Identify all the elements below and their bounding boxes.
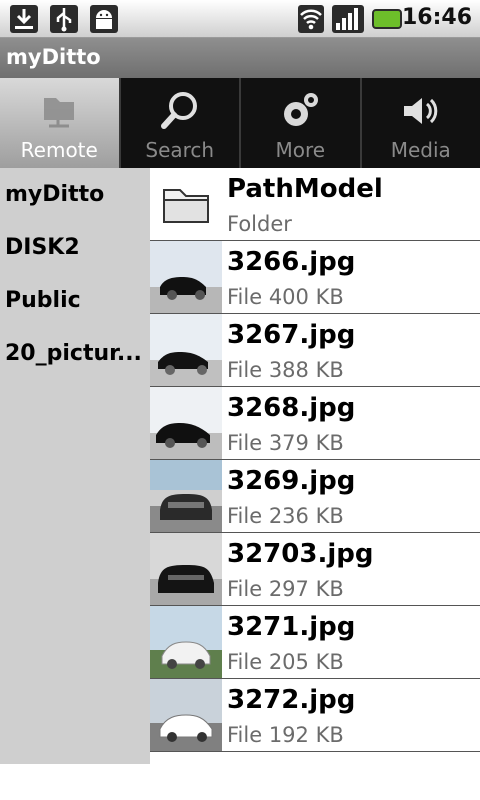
download-icon — [10, 5, 38, 33]
status-time: 16:46 — [401, 5, 472, 30]
signal-icon — [332, 5, 364, 33]
file-name: PathModel — [227, 174, 383, 204]
sidebar-item-disk2[interactable]: DISK2 — [0, 221, 150, 274]
image-thumbnail — [150, 606, 222, 678]
tab-search[interactable]: Search — [121, 78, 241, 168]
speaker-icon — [403, 98, 438, 124]
list-item[interactable]: 3271.jpg File 205 KB — [150, 606, 480, 679]
image-thumbnail — [150, 533, 222, 605]
file-meta: File 236 KB — [227, 504, 344, 528]
image-thumbnail — [150, 460, 222, 532]
image-thumbnail — [150, 679, 222, 751]
path-sidebar: myDitto DISK2 Public 20_pictur... — [0, 168, 150, 764]
list-item[interactable]: 32703.jpg File 297 KB — [150, 533, 480, 606]
tab-label: Remote — [20, 138, 98, 162]
tab-more[interactable]: More — [241, 78, 362, 168]
tab-label: More — [275, 138, 326, 162]
wifi-icon — [298, 5, 324, 33]
tab-media[interactable]: Media — [362, 78, 480, 168]
app-title: myDitto — [0, 38, 480, 78]
file-name: 3267.jpg — [227, 320, 356, 350]
folder-network-icon — [44, 98, 75, 128]
file-name: 3271.jpg — [227, 612, 356, 642]
list-item[interactable]: 3266.jpg File 400 KB — [150, 241, 480, 314]
file-meta: File 297 KB — [227, 577, 344, 601]
list-item[interactable]: 3269.jpg File 236 KB — [150, 460, 480, 533]
file-list: PathModel Folder 3266.jpg File 400 KB 32… — [150, 168, 480, 764]
file-meta: File 192 KB — [227, 723, 344, 747]
sidebar-item-mydito[interactable]: myDitto — [0, 168, 150, 221]
file-name: 3268.jpg — [227, 393, 356, 423]
file-meta: File 379 KB — [227, 431, 344, 455]
file-name: 3269.jpg — [227, 466, 356, 496]
tab-label: Search — [145, 138, 215, 162]
tab-label: Media — [390, 138, 451, 162]
file-meta: Folder — [227, 212, 292, 236]
status-bar: 16:46 — [0, 0, 480, 38]
list-item[interactable]: 3272.jpg File 192 KB — [150, 679, 480, 752]
folder-icon — [163, 189, 209, 223]
image-thumbnail — [150, 241, 222, 313]
tab-bar: Remote Search More Media — [0, 78, 480, 168]
file-name: 3266.jpg — [227, 247, 356, 277]
usb-icon — [50, 5, 78, 33]
file-meta: File 388 KB — [227, 358, 344, 382]
tab-remote[interactable]: Remote — [0, 78, 121, 168]
magnifier-icon — [160, 92, 197, 129]
sidebar-item-public[interactable]: Public — [0, 274, 150, 327]
image-thumbnail — [150, 314, 222, 386]
list-item[interactable]: 3267.jpg File 388 KB — [150, 314, 480, 387]
file-meta: File 400 KB — [227, 285, 344, 309]
list-item[interactable]: 3268.jpg File 379 KB — [150, 387, 480, 460]
file-meta: File 205 KB — [227, 650, 344, 674]
list-item[interactable]: PathModel Folder — [150, 168, 480, 241]
gears-icon — [284, 93, 319, 126]
sidebar-item-20-pictures[interactable]: 20_pictur... — [0, 327, 150, 380]
bottom-spacer — [0, 764, 480, 800]
image-thumbnail — [150, 387, 222, 459]
file-name: 32703.jpg — [227, 539, 374, 569]
battery-icon — [372, 9, 402, 29]
android-debug-icon — [90, 5, 118, 33]
file-name: 3272.jpg — [227, 685, 356, 715]
